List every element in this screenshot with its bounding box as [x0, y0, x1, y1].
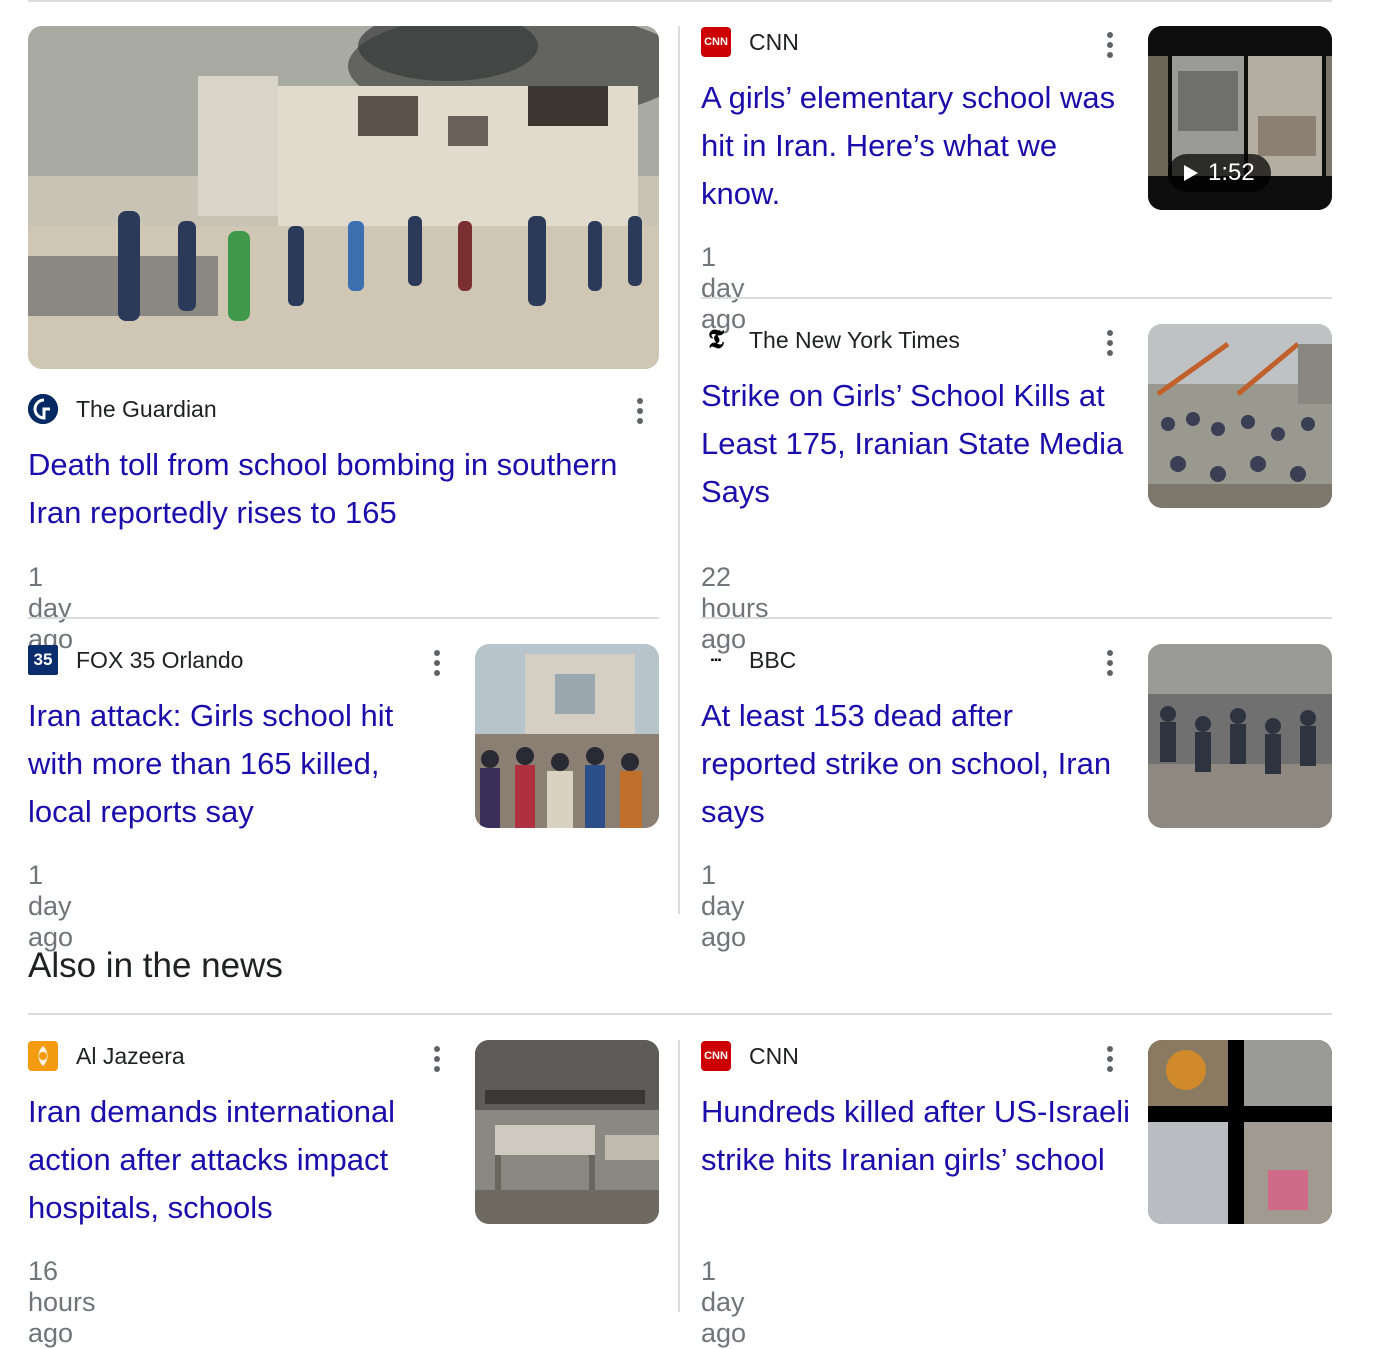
story-time: 1 day ago [701, 1256, 747, 1348]
story-time: 16 hours ago [28, 1256, 96, 1348]
story-image-photo-grid[interactable] [1148, 1040, 1332, 1224]
source-name: CNN [749, 28, 799, 55]
story-title[interactable]: Iran attack: Girls school hit with more … [28, 692, 448, 836]
more-options-icon[interactable] [1100, 648, 1120, 678]
top-divider [28, 0, 1332, 2]
fox35-logo-icon: 35 [28, 645, 58, 675]
story-time: 1 day ago [28, 562, 74, 654]
more-options-icon[interactable] [427, 648, 447, 678]
play-icon [1184, 165, 1198, 181]
video-duration: 1:52 [1208, 159, 1255, 186]
column-divider [678, 26, 680, 914]
story-time: 1 day ago [701, 242, 747, 334]
source[interactable]: ▪▪▪ BBC [701, 644, 797, 676]
more-options-icon[interactable] [427, 1044, 447, 1074]
story-title[interactable]: At least 153 dead after reported strike … [701, 692, 1131, 836]
column-divider [678, 1040, 680, 1312]
source[interactable]: 𝕿 The New York Times [701, 324, 960, 356]
story-video-thumbnail[interactable]: 1:52 [1148, 26, 1332, 210]
more-options-icon[interactable] [1100, 1044, 1120, 1074]
source-name: FOX 35 Orlando [76, 646, 244, 673]
story-image-rubble-rescuers[interactable] [1148, 644, 1332, 828]
story-time: 1 day ago [28, 860, 74, 952]
source[interactable]: Al Jazeera [28, 1040, 185, 1072]
more-options-icon[interactable] [1100, 328, 1120, 358]
guardian-logo-icon [28, 394, 58, 424]
story-title[interactable]: Death toll from school bombing in southe… [28, 441, 648, 537]
section-divider [28, 1013, 1332, 1015]
more-options-icon[interactable] [1100, 30, 1120, 60]
more-options-icon[interactable] [630, 396, 650, 426]
cnn-logo-icon: CNN [701, 1041, 731, 1071]
source-name: Al Jazeera [76, 1042, 185, 1069]
story-title[interactable]: A girls’ elementary school was hit in Ir… [701, 74, 1121, 218]
bbc-logo-icon: ▪▪▪ [710, 654, 722, 666]
source[interactable]: 35 FOX 35 Orlando [28, 644, 243, 676]
nyt-logo-icon: 𝕿 [708, 324, 724, 355]
cnn-logo-icon: CNN [701, 27, 731, 57]
story-image-school-ruins[interactable] [28, 26, 659, 369]
story-time: 22 hours ago [701, 562, 769, 654]
story-title[interactable]: Iran demands international action after … [28, 1088, 448, 1232]
source-name: The New York Times [749, 326, 960, 353]
source-name: BBC [749, 646, 797, 673]
source-name: The Guardian [76, 395, 217, 422]
card-divider [28, 617, 659, 619]
source[interactable]: CNN CNN [701, 1040, 799, 1072]
al-jazeera-logo-icon [28, 1041, 58, 1071]
source[interactable]: CNN CNN [701, 26, 799, 58]
card-divider [701, 297, 1332, 299]
source[interactable]: The Guardian [28, 393, 217, 425]
video-duration-badge: 1:52 [1168, 154, 1271, 192]
story-title[interactable]: Hundreds killed after US-Israeli strike … [701, 1088, 1131, 1184]
story-image-crowd-rubble[interactable] [1148, 324, 1332, 508]
story-image-hospital-beds[interactable] [475, 1040, 659, 1224]
card-divider [701, 617, 1332, 619]
section-heading: Also in the news [28, 946, 283, 985]
story-image-crowd-ruins[interactable] [475, 644, 659, 828]
story-time: 1 day ago [701, 860, 747, 952]
source-name: CNN [749, 1042, 799, 1069]
story-title[interactable]: Strike on Girls’ School Kills at Least 1… [701, 372, 1131, 516]
